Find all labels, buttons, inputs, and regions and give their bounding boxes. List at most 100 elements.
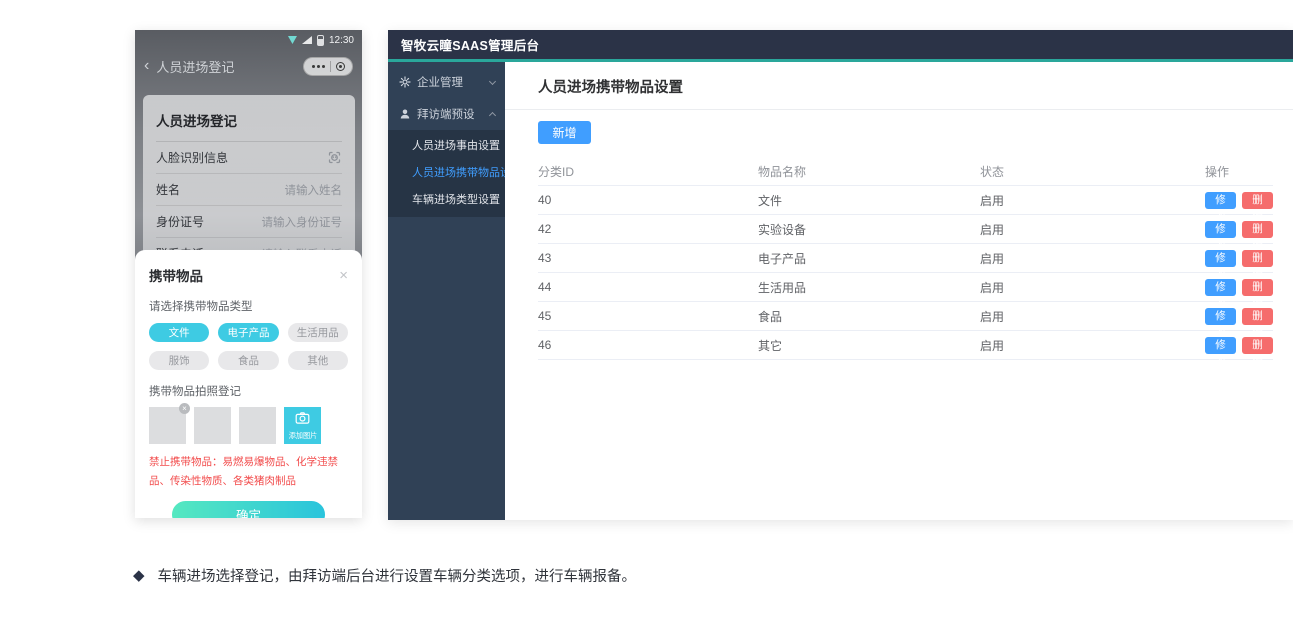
- cell-name: 电子产品: [758, 250, 980, 267]
- item-type-chip[interactable]: 文件: [149, 323, 209, 342]
- cell-id: 40: [538, 193, 758, 207]
- delete-button[interactable]: 删除: [1242, 221, 1273, 238]
- cell-status: 启用: [980, 337, 1205, 354]
- cell-actions: 修改删除: [1205, 337, 1273, 354]
- cell-name: 实验设备: [758, 221, 980, 238]
- item-type-label: 请选择携带物品类型: [149, 298, 348, 314]
- close-icon[interactable]: ×: [339, 268, 348, 283]
- page: 12:30 ‹ 人员进场登记 人员进场登记 人脸识别信息姓名请输入姓名身份证号请…: [0, 0, 1293, 628]
- more-icon[interactable]: [317, 65, 320, 68]
- main-content: 人员进场携带物品设置 新增 分类ID物品名称状态操作40文件启用修改删除42实验…: [505, 62, 1293, 520]
- field-placeholder: 请输入姓名: [285, 182, 343, 198]
- items-table: 分类ID物品名称状态操作40文件启用修改删除42实验设备启用修改删除43电子产品…: [538, 157, 1273, 360]
- capsule-divider: [330, 61, 331, 72]
- photo-placeholder[interactable]: [194, 407, 231, 444]
- sidebar-submenu: 人员进场事由设置人员进场携带物品设置车辆进场类型设置: [388, 130, 505, 217]
- sidebar-item-label: 企业管理: [417, 74, 484, 90]
- form-field-row[interactable]: 人脸识别信息: [156, 142, 342, 174]
- app-title: 智牧云瞳SAAS管理后台: [401, 35, 539, 54]
- photo-placeholder[interactable]: [239, 407, 276, 444]
- item-type-chip[interactable]: 生活用品: [288, 323, 348, 342]
- face-scan-icon[interactable]: [327, 150, 342, 165]
- edit-button[interactable]: 修改: [1205, 192, 1236, 209]
- edit-button[interactable]: 修改: [1205, 279, 1236, 296]
- sidebar-subitem[interactable]: 车辆进场类型设置: [388, 187, 505, 214]
- cell-name: 文件: [758, 192, 980, 209]
- cell-status: 启用: [980, 279, 1205, 296]
- prohibited-items-warning: 禁止携带物品：易燃易爆物品、化学违禁品、传染性物质、各类猪肉制品: [149, 453, 348, 491]
- cell-id: 44: [538, 280, 758, 294]
- delete-button[interactable]: 删除: [1242, 250, 1273, 267]
- column-header: 操作: [1205, 163, 1273, 180]
- confirm-button[interactable]: 确定: [172, 501, 325, 518]
- form-field-row[interactable]: 身份证号 请输入身份证号: [156, 206, 342, 238]
- cell-status: 启用: [980, 308, 1205, 325]
- delete-button[interactable]: 删除: [1242, 279, 1273, 296]
- column-header: 物品名称: [758, 163, 980, 180]
- item-type-chip[interactable]: 电子产品: [218, 323, 278, 342]
- delete-button[interactable]: 删除: [1242, 192, 1273, 209]
- table-row: 45食品启用修改删除: [538, 302, 1273, 331]
- admin-top-bar: 智牧云瞳SAAS管理后台: [388, 30, 1293, 59]
- edit-button[interactable]: 修改: [1205, 221, 1236, 238]
- signal-icon: [302, 36, 312, 44]
- table-row: 43电子产品启用修改删除: [538, 244, 1273, 273]
- item-type-chip[interactable]: 服饰: [149, 351, 209, 370]
- page-title: 人员进场携带物品设置: [505, 62, 1293, 110]
- cell-id: 43: [538, 251, 758, 265]
- diamond-bullet: ◆: [133, 568, 145, 583]
- status-bar: 12:30: [135, 30, 362, 50]
- sidebar-subitem[interactable]: 人员进场携带物品设置: [388, 160, 505, 187]
- sidebar-item-label: 拜访端预设: [417, 106, 484, 122]
- field-label: 人脸识别信息: [156, 149, 228, 166]
- add-photo-button[interactable]: 添加图片: [284, 407, 321, 444]
- add-button[interactable]: 新增: [538, 121, 591, 144]
- photo-placeholder[interactable]: ×: [149, 407, 186, 444]
- camera-icon: [295, 411, 310, 429]
- cell-status: 启用: [980, 192, 1205, 209]
- cell-id: 46: [538, 338, 758, 352]
- chevron-down-icon: [489, 77, 496, 84]
- cell-id: 42: [538, 222, 758, 236]
- field-placeholder: 请输入身份证号: [262, 214, 343, 230]
- add-photo-label: 添加图片: [288, 430, 317, 440]
- cell-actions: 修改删除: [1205, 221, 1273, 238]
- item-type-chip[interactable]: 食品: [218, 351, 278, 370]
- clock: 12:30: [329, 35, 354, 46]
- table-row: 46其它启用修改删除: [538, 331, 1273, 360]
- table-row: 42实验设备启用修改删除: [538, 215, 1273, 244]
- cell-status: 启用: [980, 221, 1205, 238]
- caption-text: 车辆进场选择登记，由拜访端后台进行设置车辆分类选项，进行车辆报备。: [158, 565, 637, 586]
- user-icon: [398, 108, 411, 121]
- item-type-chip[interactable]: 其他: [288, 351, 348, 370]
- table-row: 40文件启用修改删除: [538, 186, 1273, 215]
- sidebar-item[interactable]: 企业管理: [388, 66, 505, 98]
- chevron-up-icon: [489, 111, 496, 118]
- cell-actions: 修改删除: [1205, 250, 1273, 267]
- cell-name: 其它: [758, 337, 980, 354]
- field-label: 身份证号: [156, 213, 204, 230]
- edit-button[interactable]: 修改: [1205, 308, 1236, 325]
- column-header: 状态: [980, 163, 1205, 180]
- delete-button[interactable]: 删除: [1242, 308, 1273, 325]
- miniprogram-capsule[interactable]: [303, 57, 353, 76]
- form-field-row[interactable]: 姓名 请输入姓名: [156, 174, 342, 206]
- delete-button[interactable]: 删除: [1242, 337, 1273, 354]
- table-row: 44生活用品启用修改删除: [538, 273, 1273, 302]
- nav-title: 人员进场登记: [156, 57, 234, 76]
- nav-bar: ‹ 人员进场登记: [135, 50, 362, 82]
- sidebar-subitem[interactable]: 人员进场事由设置: [388, 133, 505, 160]
- sidebar-item[interactable]: 拜访端预设: [388, 98, 505, 130]
- remove-photo-icon[interactable]: ×: [179, 403, 190, 414]
- exit-icon[interactable]: [336, 62, 345, 71]
- field-label: 姓名: [156, 181, 180, 198]
- caption: ◆ 车辆进场选择登记，由拜访端后台进行设置车辆分类选项，进行车辆报备。: [133, 565, 636, 586]
- edit-button[interactable]: 修改: [1205, 337, 1236, 354]
- table-header-row: 分类ID物品名称状态操作: [538, 157, 1273, 186]
- cell-name: 食品: [758, 308, 980, 325]
- cell-name: 生活用品: [758, 279, 980, 296]
- edit-button[interactable]: 修改: [1205, 250, 1236, 267]
- back-icon[interactable]: ‹: [144, 58, 149, 74]
- cell-actions: 修改删除: [1205, 308, 1273, 325]
- cell-actions: 修改删除: [1205, 279, 1273, 296]
